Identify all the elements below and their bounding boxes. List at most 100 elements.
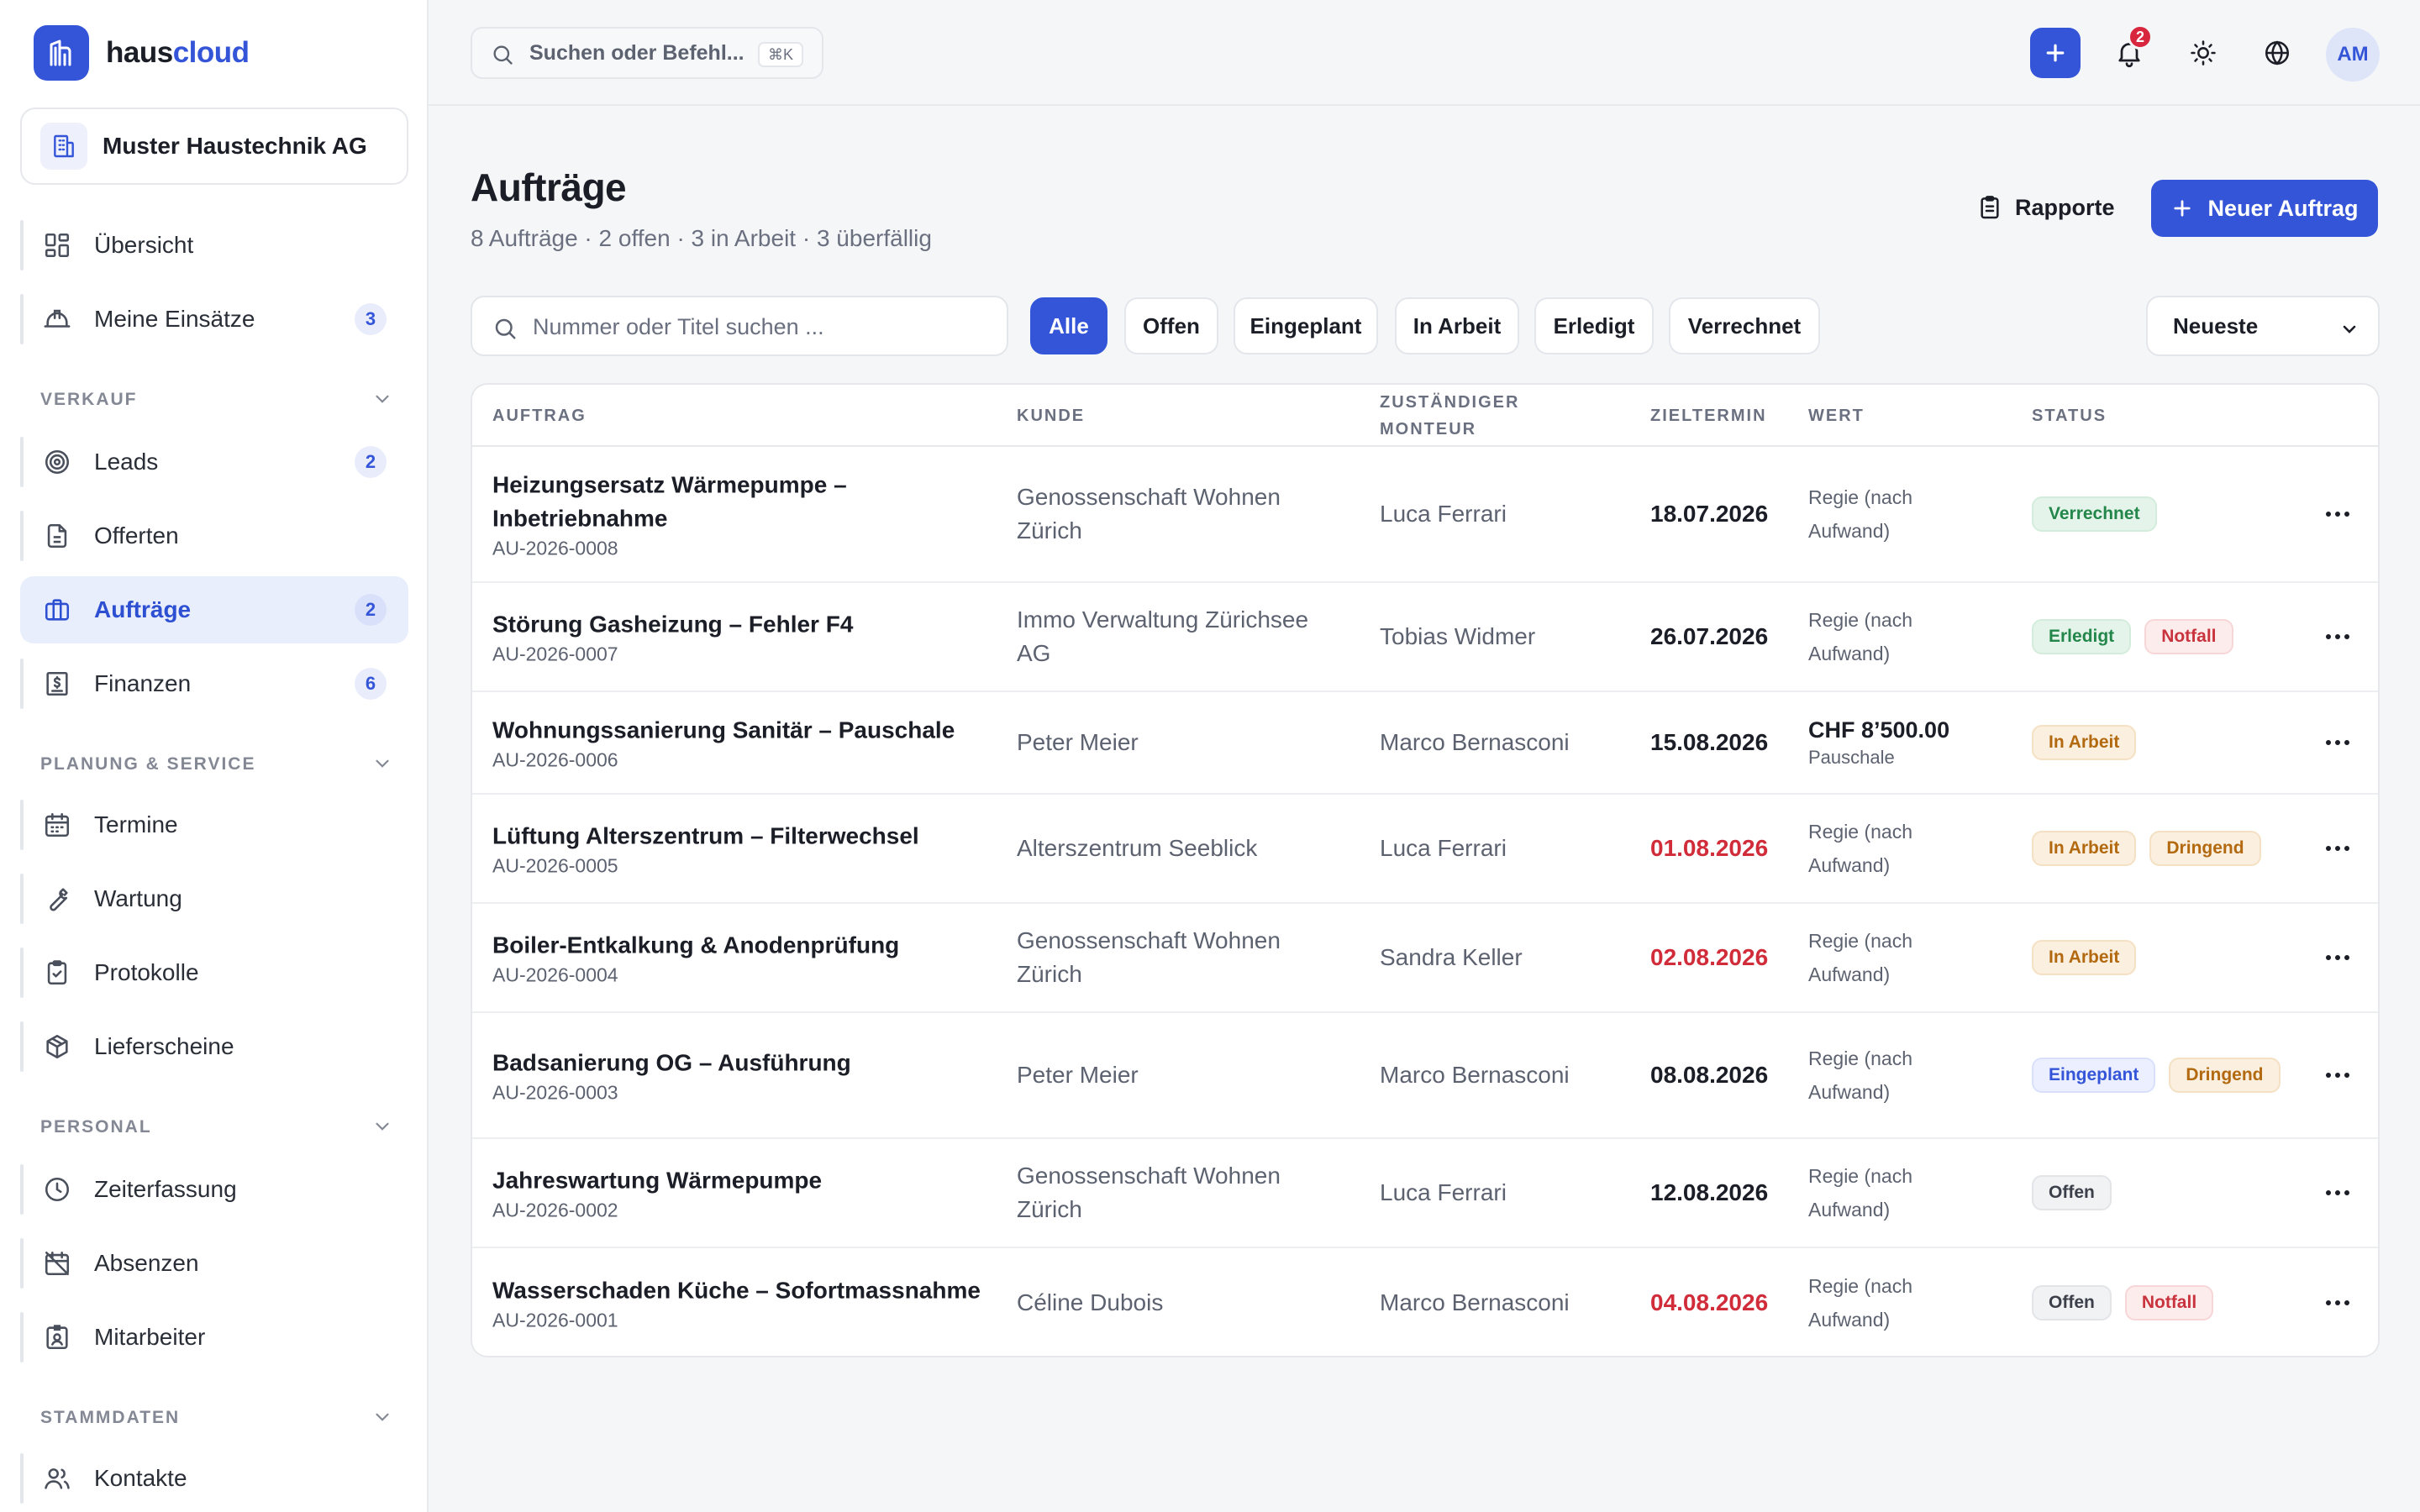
notifications-button[interactable]: 2 xyxy=(2104,24,2154,78)
order-search-input[interactable] xyxy=(533,309,986,344)
id-badge-icon xyxy=(42,1322,72,1352)
search-icon xyxy=(491,43,514,71)
order-number: AU-2026-0002 xyxy=(492,1199,618,1221)
nav-lieferscheine[interactable]: Lieferscheine xyxy=(20,1013,408,1080)
value-type: Pauschale xyxy=(1808,747,1895,768)
order-title[interactable]: Boiler-Entkalkung & Anodenprüfung xyxy=(492,929,997,963)
company-switcher[interactable]: Muster Haustechnik AG xyxy=(20,108,408,185)
table-row[interactable]: Heizungsersatz Wärmepumpe – Inbetriebnah… xyxy=(472,447,2378,583)
nav-termine[interactable]: Termine xyxy=(20,791,408,858)
customer-name: Genossenschaft Wohnen Zürich xyxy=(1017,1163,1281,1222)
section-planung[interactable]: PLANUNG & SERVICE xyxy=(40,749,393,780)
filter-chip-alle[interactable]: Alle xyxy=(1030,297,1107,354)
order-title[interactable]: Heizungsersatz Wärmepumpe – Inbetriebnah… xyxy=(492,469,997,536)
assignee-name: Marco Bernasconi xyxy=(1380,1062,1570,1088)
nav-meine-einsaetze[interactable]: Meine Einsätze 3 xyxy=(20,286,408,353)
filter-chip-in-arbeit[interactable]: In Arbeit xyxy=(1395,297,1519,354)
more-horizontal-icon xyxy=(2326,634,2349,639)
sort-select[interactable]: Neueste xyxy=(2146,296,2380,356)
rapporte-button[interactable]: Rapporte xyxy=(1976,181,2115,234)
nav-uebersicht[interactable]: Übersicht xyxy=(20,212,408,279)
clipboard-icon xyxy=(1976,194,2003,221)
nav-zeiterfassung[interactable]: Zeiterfassung xyxy=(20,1156,408,1223)
nav-rail xyxy=(20,800,24,850)
nav-rail xyxy=(20,948,24,998)
nav-rail xyxy=(20,1238,24,1289)
nav-finanzen[interactable]: Finanzen 6 xyxy=(20,650,408,717)
quick-add-button[interactable] xyxy=(2030,28,2081,78)
order-number: AU-2026-0001 xyxy=(492,1309,618,1331)
table-row[interactable]: Wohnungssanierung Sanitär – Pauschale AU… xyxy=(472,692,2378,795)
brand[interactable]: hauscloud xyxy=(34,25,250,81)
row-actions-button[interactable] xyxy=(2321,1058,2354,1092)
table-row[interactable]: Störung Gasheizung – Fehler F4 AU-2026-0… xyxy=(472,583,2378,692)
nav-leads[interactable]: Leads 2 xyxy=(20,428,408,496)
table-row[interactable]: Wasserschaden Küche – Sofortmassnahme AU… xyxy=(472,1248,2378,1356)
col-monteur-line1: ZUSTÄNDIGER xyxy=(1380,393,1520,412)
filter-chip-verrechnet[interactable]: Verrechnet xyxy=(1669,297,1820,354)
row-actions-button[interactable] xyxy=(2321,1286,2354,1320)
nav-wartung[interactable]: Wartung xyxy=(20,865,408,932)
order-title[interactable]: Lüftung Alterszentrum – Filterwechsel xyxy=(492,820,997,853)
command-search[interactable]: Suchen oder Befehl... ⌘K xyxy=(471,27,823,79)
row-actions-button[interactable] xyxy=(2321,832,2354,865)
order-cell: Heizungsersatz Wärmepumpe – Inbetriebnah… xyxy=(492,469,997,560)
filter-chip-eingeplant[interactable]: Eingeplant xyxy=(1234,297,1378,354)
chevron-down-icon xyxy=(371,1406,393,1433)
nav-auftraege[interactable]: Aufträge 2 xyxy=(20,576,408,643)
language-button[interactable] xyxy=(2252,28,2302,78)
clipboard-check-icon xyxy=(42,958,72,988)
section-label: PLANUNG & SERVICE xyxy=(40,754,256,774)
row-actions-button[interactable] xyxy=(2321,620,2354,654)
col-status[interactable]: STATUS xyxy=(2032,402,2107,429)
status-badge: In Arbeit xyxy=(2032,725,2137,760)
value-type: Regie (nach Aufwand) xyxy=(1808,1047,1913,1103)
row-actions-button[interactable] xyxy=(2321,726,2354,759)
package-icon xyxy=(42,1032,72,1062)
col-zieltermin[interactable]: ZIELTERMIN xyxy=(1650,402,1767,429)
nav-offerten[interactable]: Offerten xyxy=(20,502,408,570)
more-horizontal-icon xyxy=(2326,846,2349,851)
col-monteur[interactable]: ZUSTÄNDIGER MONTEUR xyxy=(1380,389,1519,443)
brand-name: hauscloud xyxy=(106,36,250,69)
status-cell: Verrechnet xyxy=(2032,496,2284,532)
order-title[interactable]: Jahreswartung Wärmepumpe xyxy=(492,1164,997,1198)
col-kunde[interactable]: KUNDE xyxy=(1017,402,1085,429)
section-personal[interactable]: PERSONAL xyxy=(40,1112,393,1142)
theme-toggle-button[interactable] xyxy=(2178,28,2228,78)
order-title[interactable]: Wohnungssanierung Sanitär – Pauschale xyxy=(492,714,997,748)
order-title[interactable]: Störung Gasheizung – Fehler F4 xyxy=(492,608,997,642)
nav-mitarbeiter[interactable]: Mitarbeiter xyxy=(20,1304,408,1371)
customer-name: Alterszentrum Seeblick xyxy=(1017,835,1258,861)
nav-kontakte[interactable]: Kontakte xyxy=(20,1445,408,1512)
col-wert[interactable]: WERT xyxy=(1808,402,1865,429)
row-actions-button[interactable] xyxy=(2321,941,2354,974)
order-search[interactable] xyxy=(471,296,1008,356)
table-row[interactable]: Lüftung Alterszentrum – Filterwechsel AU… xyxy=(472,795,2378,904)
nav-absenzen[interactable]: Absenzen xyxy=(20,1230,408,1297)
section-stammdaten[interactable]: STAMMDATEN xyxy=(40,1403,393,1433)
col-auftrag[interactable]: AUFTRAG xyxy=(492,402,587,429)
row-actions-button[interactable] xyxy=(2321,497,2354,531)
row-actions-button[interactable] xyxy=(2321,1176,2354,1210)
table-row[interactable]: Badsanierung OG – Ausführung AU-2026-000… xyxy=(472,1013,2378,1139)
new-order-button[interactable]: Neuer Auftrag xyxy=(2151,180,2378,237)
section-label: VERKAUF xyxy=(40,390,138,409)
nav-label: Lieferscheine xyxy=(94,1033,234,1059)
table-row[interactable]: Jahreswartung Wärmepumpe AU-2026-0002 Ge… xyxy=(472,1139,2378,1248)
user-avatar[interactable]: AM xyxy=(2326,28,2380,81)
section-verkauf[interactable]: VERKAUF xyxy=(40,385,393,415)
nav-rail xyxy=(20,294,24,344)
filter-chip-offen[interactable]: Offen xyxy=(1124,297,1218,354)
filter-chip-erledigt[interactable]: Erledigt xyxy=(1534,297,1654,354)
nav-protokolle[interactable]: Protokolle xyxy=(20,939,408,1006)
order-title[interactable]: Badsanierung OG – Ausführung xyxy=(492,1047,997,1080)
briefcase-icon xyxy=(42,595,72,625)
order-title[interactable]: Wasserschaden Küche – Sofortmassnahme xyxy=(492,1274,997,1308)
order-number: AU-2026-0003 xyxy=(492,1081,618,1104)
nav-label: Übersicht xyxy=(94,232,194,258)
due-date: 15.08.2026 xyxy=(1650,729,1769,755)
status-cell: Erledigt Notfall xyxy=(2032,619,2284,654)
table-row[interactable]: Boiler-Entkalkung & Anodenprüfung AU-202… xyxy=(472,904,2378,1013)
nav-label: Protokolle xyxy=(94,959,199,985)
